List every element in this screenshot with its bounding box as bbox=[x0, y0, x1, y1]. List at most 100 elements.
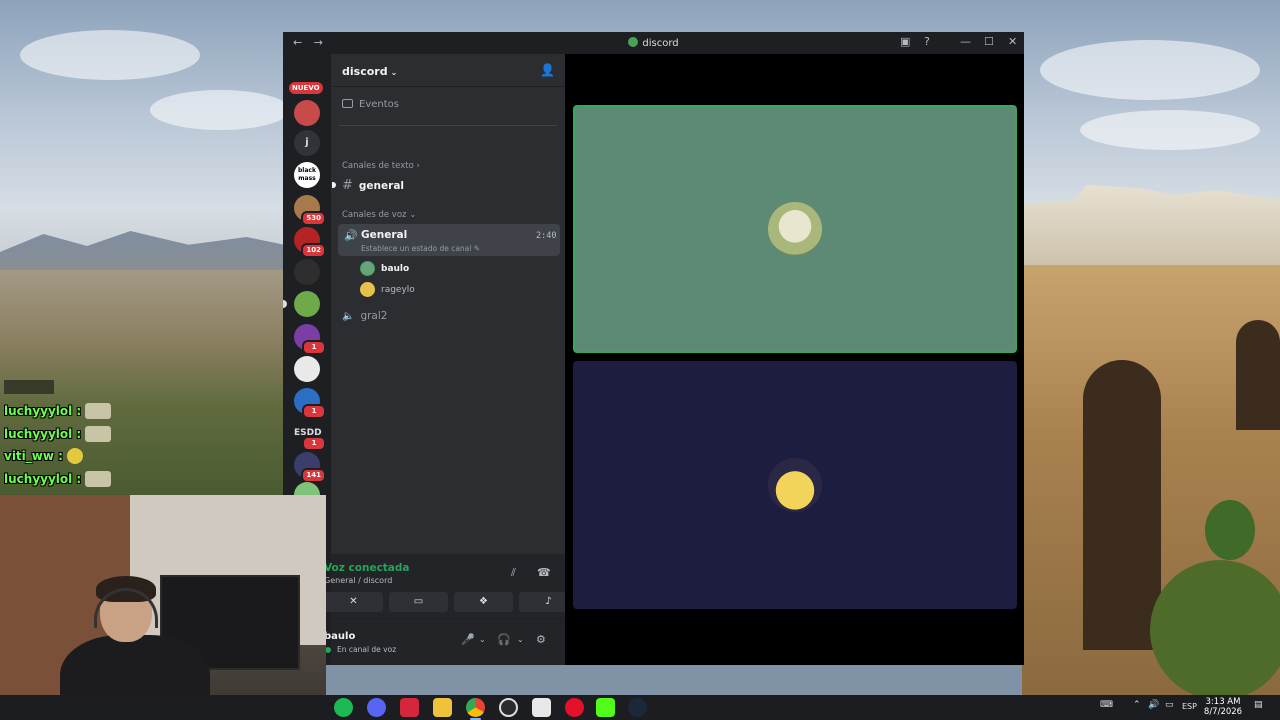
guild-name[interactable]: discord ⌄ bbox=[342, 65, 397, 78]
wallpaper-vegetation bbox=[1150, 560, 1280, 700]
server-icon-11[interactable]: ESDD 1 bbox=[294, 420, 326, 451]
category-label: Canales de texto bbox=[342, 161, 414, 171]
mention-badge: 1 bbox=[302, 340, 326, 355]
mention-badge: 530 bbox=[301, 211, 326, 226]
server-label: j bbox=[305, 137, 309, 148]
clock-time: 3:13 AM bbox=[1205, 697, 1241, 707]
guild-name-text: discord bbox=[342, 65, 388, 78]
set-channel-status[interactable]: Establece un estado de canal ✎ bbox=[361, 244, 480, 253]
discord-window: ← → discord ▣ ? — ☐ ✕ NUEVO j black mass… bbox=[283, 32, 1024, 665]
user-panel: baulo En canal de voz 🎤 ⌄ 🎧 ⌄ ⚙ bbox=[324, 618, 565, 665]
notification-icon[interactable]: ▤ bbox=[1254, 700, 1263, 710]
gear-icon[interactable]: ⚙ bbox=[536, 633, 546, 646]
clock[interactable]: 3:13 AM 8/7/2026 bbox=[1195, 697, 1251, 717]
nuevo-badge: NUEVO bbox=[289, 82, 323, 94]
voice-category-header[interactable]: Canales de voz ⌄ bbox=[342, 210, 416, 220]
activities-button[interactable]: ❖ bbox=[454, 592, 513, 612]
server-icon-10[interactable]: 1 bbox=[294, 388, 326, 419]
clock-date: 8/7/2026 bbox=[1203, 707, 1243, 717]
chevron-down-icon[interactable]: ⌄ bbox=[517, 635, 524, 644]
noise-suppression-icon[interactable]: ⫽ bbox=[511, 566, 516, 580]
server-icon-12[interactable]: 141 bbox=[294, 452, 326, 483]
wallpaper-cloud bbox=[150, 90, 290, 130]
title-bar: ← → discord ▣ ? — ☐ ✕ bbox=[283, 32, 1024, 54]
server-icon-4[interactable]: 530 bbox=[294, 195, 326, 226]
app-icon[interactable] bbox=[532, 698, 551, 717]
participant-tile-baulo[interactable] bbox=[573, 105, 1017, 353]
guild-header[interactable]: discord ⌄ 👤 bbox=[331, 54, 565, 87]
server-avatar bbox=[294, 100, 320, 126]
camera-button[interactable]: ✕ bbox=[324, 592, 383, 612]
chat-username: luchyyylol : bbox=[4, 426, 82, 441]
folder-icon[interactable] bbox=[433, 698, 452, 717]
chat-thumbnail bbox=[4, 380, 54, 394]
mention-badge: 102 bbox=[301, 243, 326, 258]
voice-channel-label: General bbox=[361, 229, 408, 241]
voice-connected-subtitle[interactable]: General / discord bbox=[324, 576, 392, 585]
help-icon[interactable]: ? bbox=[924, 36, 930, 48]
events-row[interactable]: Eventos bbox=[342, 99, 399, 110]
server-icon bbox=[628, 37, 639, 47]
text-category-header[interactable]: Canales de texto › bbox=[342, 161, 420, 171]
app-icon[interactable] bbox=[400, 698, 419, 717]
screen-share-icon: ▭ bbox=[413, 596, 424, 607]
network-icon[interactable]: ▭ bbox=[1165, 700, 1174, 710]
server-icon-1[interactable] bbox=[294, 100, 320, 126]
window-title-text: discord bbox=[642, 38, 679, 49]
discord-icon[interactable] bbox=[367, 698, 386, 717]
channel-general[interactable]: # general bbox=[342, 178, 404, 193]
screen-share-button[interactable]: ▭ bbox=[389, 592, 448, 612]
keyboard-icon[interactable]: ⌨ bbox=[1100, 700, 1113, 710]
disconnect-icon[interactable]: ☎ bbox=[537, 566, 551, 579]
wallpaper-cloud bbox=[1040, 40, 1260, 100]
mention-badge: 1 bbox=[302, 436, 326, 451]
volume-icon[interactable]: 🔊 bbox=[1148, 700, 1159, 710]
chat-message: luchyyylol : bbox=[4, 423, 134, 446]
activities-icon: ❖ bbox=[479, 596, 488, 607]
chat-message: luchyyylol : bbox=[4, 400, 134, 423]
obs-icon[interactable] bbox=[499, 698, 518, 717]
inbox-icon[interactable]: ▣ bbox=[900, 36, 910, 48]
user-status: En canal de voz bbox=[337, 645, 397, 654]
speaker-icon: 🔊 bbox=[344, 229, 358, 242]
voice-member[interactable]: rageylo bbox=[360, 281, 415, 298]
avatar bbox=[360, 282, 375, 297]
voice-channel-gral2[interactable]: 🔈 gral2 bbox=[342, 310, 387, 322]
chat-message: viti_ww : bbox=[4, 445, 134, 468]
participant-tile-rageylo[interactable] bbox=[573, 361, 1017, 609]
spotify-icon[interactable] bbox=[334, 698, 353, 717]
opera-icon[interactable] bbox=[565, 698, 584, 717]
microphone-icon[interactable]: 🎤 bbox=[461, 633, 475, 646]
steam-icon[interactable] bbox=[628, 698, 647, 717]
user-name[interactable]: baulo bbox=[324, 631, 355, 642]
kick-icon[interactable] bbox=[596, 698, 615, 717]
channel-label: general bbox=[358, 180, 405, 192]
chevron-right-icon: › bbox=[416, 161, 420, 171]
chevron-up-icon[interactable]: ⌃ bbox=[1133, 700, 1141, 710]
minimize-icon[interactable]: — bbox=[960, 36, 971, 48]
calendar-icon bbox=[342, 99, 353, 108]
server-icon-2[interactable]: j bbox=[294, 130, 320, 156]
voice-connected-title[interactable]: Voz conectada bbox=[324, 562, 410, 574]
webcam-overlay bbox=[0, 495, 326, 720]
channel-sidebar: discord ⌄ 👤 Eventos Canales de texto › # g… bbox=[324, 54, 578, 665]
selected-server-pill bbox=[283, 300, 287, 308]
chevron-down-icon[interactable]: ⌄ bbox=[479, 635, 486, 644]
wallpaper-vegetation bbox=[1205, 500, 1255, 560]
chat-username: luchyyylol : bbox=[4, 404, 82, 419]
maximize-icon[interactable]: ☐ bbox=[984, 36, 994, 48]
server-icon-7[interactable] bbox=[283, 291, 320, 317]
headphones-icon[interactable]: 🎧 bbox=[497, 633, 511, 646]
server-icon-8[interactable]: 1 bbox=[294, 324, 326, 355]
server-icon-3[interactable]: black mass bbox=[294, 162, 320, 188]
server-icon-6[interactable] bbox=[294, 259, 320, 285]
avatar bbox=[768, 458, 822, 512]
chrome-icon[interactable] bbox=[466, 698, 485, 720]
member-name: baulo bbox=[381, 263, 410, 274]
server-icon-5[interactable]: 102 bbox=[294, 227, 326, 258]
voice-member[interactable]: baulo bbox=[360, 260, 409, 277]
server-icon-9[interactable] bbox=[294, 356, 320, 382]
close-icon[interactable]: ✕ bbox=[1008, 36, 1017, 48]
chevron-down-icon: ⌄ bbox=[390, 68, 398, 77]
invite-member-icon[interactable]: 👤 bbox=[540, 63, 555, 77]
